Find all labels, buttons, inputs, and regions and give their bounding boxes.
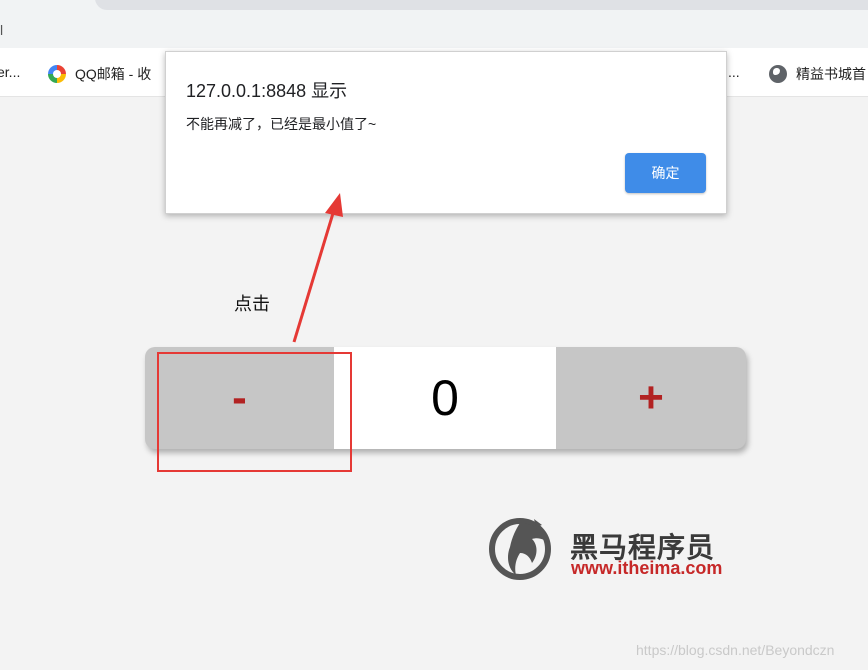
watermark: https://blog.csdn.net/Beyondczn [636,642,835,658]
horse-logo-icon [489,518,551,580]
logo-url: www.itheima.com [571,558,723,578]
annotation-arrow-icon [292,193,343,343]
